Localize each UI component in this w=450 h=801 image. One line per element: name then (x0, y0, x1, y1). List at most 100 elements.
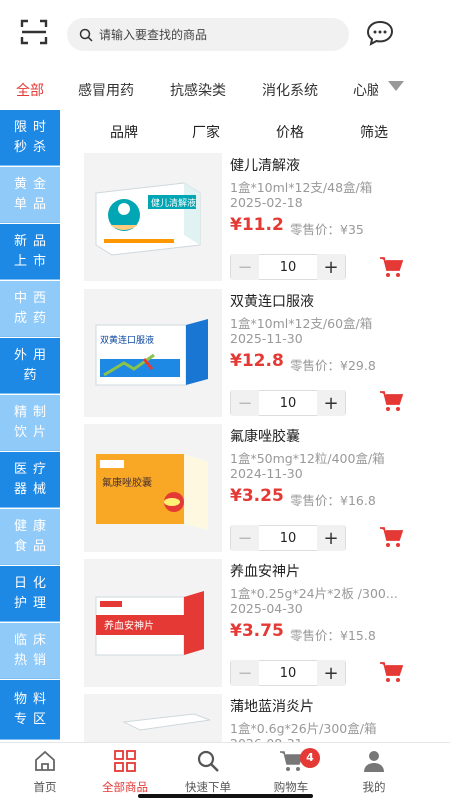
sidebar-item-herbs[interactable]: 精制饮片 (0, 395, 60, 451)
nav-label: 全部商品 (102, 780, 148, 794)
sidebar-item-health-food[interactable]: 健康食品 (0, 509, 60, 565)
decrease-button[interactable]: − (231, 254, 259, 280)
medicine-box-icon: 氟康唑胶囊 (84, 424, 222, 552)
sidebar-item-label: 物料专区 (13, 691, 52, 727)
nav-label: 首页 (33, 780, 57, 794)
product-card[interactable]: 健儿清解液 健儿清解液 1盒*10ml*12支/48盒/箱 2025-02-18… (60, 153, 450, 283)
sidebar-item-label: 日化护理 (13, 575, 52, 611)
sidebar-item-label: 外用药 (13, 347, 52, 383)
medicine-box-icon: 健儿清解液 (84, 153, 222, 281)
tab-cold-medicine[interactable]: 感冒用药 (78, 80, 134, 100)
quantity-value[interactable]: 10 (259, 531, 317, 546)
product-retail-price: 零售价：¥16.8 (290, 493, 376, 508)
sidebar-item-devices[interactable]: 医疗器械 (0, 452, 60, 508)
product-name[interactable]: 氟康唑胶囊 (230, 426, 300, 446)
sidebar-item-clinical[interactable]: 临床热销 (0, 623, 60, 679)
category-tabs: 全部 感冒用药 抗感染类 消化系统 心脑 (0, 72, 450, 110)
tab-cardio[interactable]: 心脑 (353, 80, 378, 100)
grid-icon (114, 750, 136, 772)
quantity-stepper: − 10 + (230, 390, 346, 416)
increase-button[interactable]: + (317, 254, 345, 280)
increase-button[interactable]: + (317, 525, 345, 551)
increase-button[interactable]: + (317, 390, 345, 416)
product-image: 健儿清解液 (84, 153, 222, 281)
product-image (84, 694, 222, 742)
product-name[interactable]: 蒲地蓝消炎片 (230, 696, 314, 716)
product-image: 氟康唑胶囊 (84, 424, 222, 552)
sidebar-item-external[interactable]: 外用药 (0, 338, 60, 394)
decrease-button[interactable]: − (231, 660, 259, 686)
box-label: 双黄连口服液 (100, 334, 154, 346)
scan-icon[interactable] (20, 18, 48, 46)
sidebar-item-label: 新品上市 (13, 233, 52, 269)
cart-badge: 4 (300, 748, 320, 768)
add-to-cart-icon[interactable] (379, 256, 403, 278)
sidebar-item-flash-sale[interactable]: 限时秒杀 (0, 110, 60, 166)
nav-label: 我的 (362, 780, 386, 794)
sidebar-item-label: 临床热销 (13, 632, 52, 668)
chevron-down-icon[interactable] (387, 80, 405, 92)
sidebar-item-materials[interactable]: 物料专区 (0, 680, 60, 740)
product-card[interactable]: 双黄连口服液 双黄连口服液 1盒*10ml*12支/60盒/箱 2025-11-… (60, 289, 450, 419)
sidebar-item-label: 限时秒杀 (13, 119, 52, 155)
sidebar-item-new[interactable]: 新品上市 (0, 224, 60, 280)
product-name[interactable]: 双黄连口服液 (230, 291, 314, 311)
sidebar-item-gold[interactable]: 黄金单品 (0, 167, 60, 223)
sidebar-item-daily-care[interactable]: 日化护理 (0, 566, 60, 622)
increase-button[interactable]: + (317, 660, 345, 686)
product-spec: 1盒*50mg*12粒/400盒/箱 (230, 451, 385, 466)
sidebar-item-label: 精制饮片 (13, 404, 52, 440)
sidebar-item-medicine[interactable]: 中西成药 (0, 281, 60, 337)
medicine-box-icon: 双黄连口服液 (84, 289, 222, 417)
filter-more[interactable]: 筛选 (360, 122, 388, 142)
quantity-value[interactable]: 10 (259, 666, 317, 681)
product-price: ¥3.25 (230, 486, 284, 506)
home-indicator (138, 794, 313, 798)
sidebar-item-label: 健康食品 (13, 518, 52, 554)
product-name[interactable]: 养血安神片 (230, 561, 300, 581)
home-icon (35, 750, 55, 771)
nav-profile[interactable]: 我的 (329, 743, 419, 801)
product-expiry: 2024-11-30 (230, 466, 303, 481)
tab-digestive[interactable]: 消化系统 (262, 80, 318, 100)
quantity-value[interactable]: 10 (259, 260, 317, 275)
nav-quick-order[interactable]: 快速下单 (163, 743, 253, 801)
product-price: ¥12.8 (230, 351, 284, 371)
add-to-cart-icon[interactable] (379, 526, 403, 548)
decrease-button[interactable]: − (231, 390, 259, 416)
box-label: 养血安神片 (104, 619, 154, 632)
product-retail-price: 零售价：¥15.8 (290, 628, 376, 643)
tab-all[interactable]: 全部 (16, 80, 44, 100)
product-spec: 1盒*10ml*12支/60盒/箱 (230, 316, 373, 331)
product-expiry: 2025-02-18 (230, 195, 303, 210)
medicine-box-icon (84, 694, 222, 742)
filter-brand[interactable]: 品牌 (110, 122, 138, 142)
search-input[interactable]: 请输入要查找的商品 (67, 18, 349, 51)
quantity-value[interactable]: 10 (259, 396, 317, 411)
user-icon (364, 751, 384, 772)
add-to-cart-icon[interactable] (379, 390, 403, 412)
box-label: 氟康唑胶囊 (102, 476, 152, 489)
add-to-cart-icon[interactable] (379, 661, 403, 683)
product-card[interactable]: 氟康唑胶囊 氟康唑胶囊 1盒*50mg*12粒/400盒/箱 2024-11-3… (60, 424, 450, 554)
product-price: ¥11.2 (230, 215, 284, 235)
sidebar-item-label: 黄金单品 (13, 176, 52, 212)
top-bar: 请输入要查找的商品 (0, 0, 450, 68)
product-card[interactable]: 养血安神片 养血安神片 1盒*0.25g*24片*2板 /300... 2025… (60, 559, 450, 689)
nav-cart[interactable]: 购物车 (246, 743, 336, 801)
quantity-stepper: − 10 + (230, 660, 346, 686)
filter-manufacturer[interactable]: 厂家 (192, 122, 220, 142)
message-icon[interactable] (366, 20, 394, 46)
product-card[interactable]: 蒲地蓝消炎片 1盒*0.6g*26片/300盒/箱 2026-08-31 (60, 694, 450, 742)
product-expiry: 2025-11-30 (230, 331, 303, 346)
decrease-button[interactable]: − (231, 525, 259, 551)
tab-anti-infection[interactable]: 抗感染类 (170, 80, 226, 100)
product-name[interactable]: 健儿清解液 (230, 155, 300, 175)
box-label: 健儿清解液 (151, 197, 196, 209)
product-retail-price: 零售价：¥29.8 (290, 358, 376, 373)
nav-all-products[interactable]: 全部商品 (80, 743, 170, 801)
nav-home[interactable]: 首页 (0, 743, 90, 801)
sidebar-item-label: 中西成药 (13, 290, 52, 326)
filter-bar: 品牌 厂家 价格 筛选 (60, 116, 450, 148)
filter-price[interactable]: 价格 (276, 122, 304, 142)
